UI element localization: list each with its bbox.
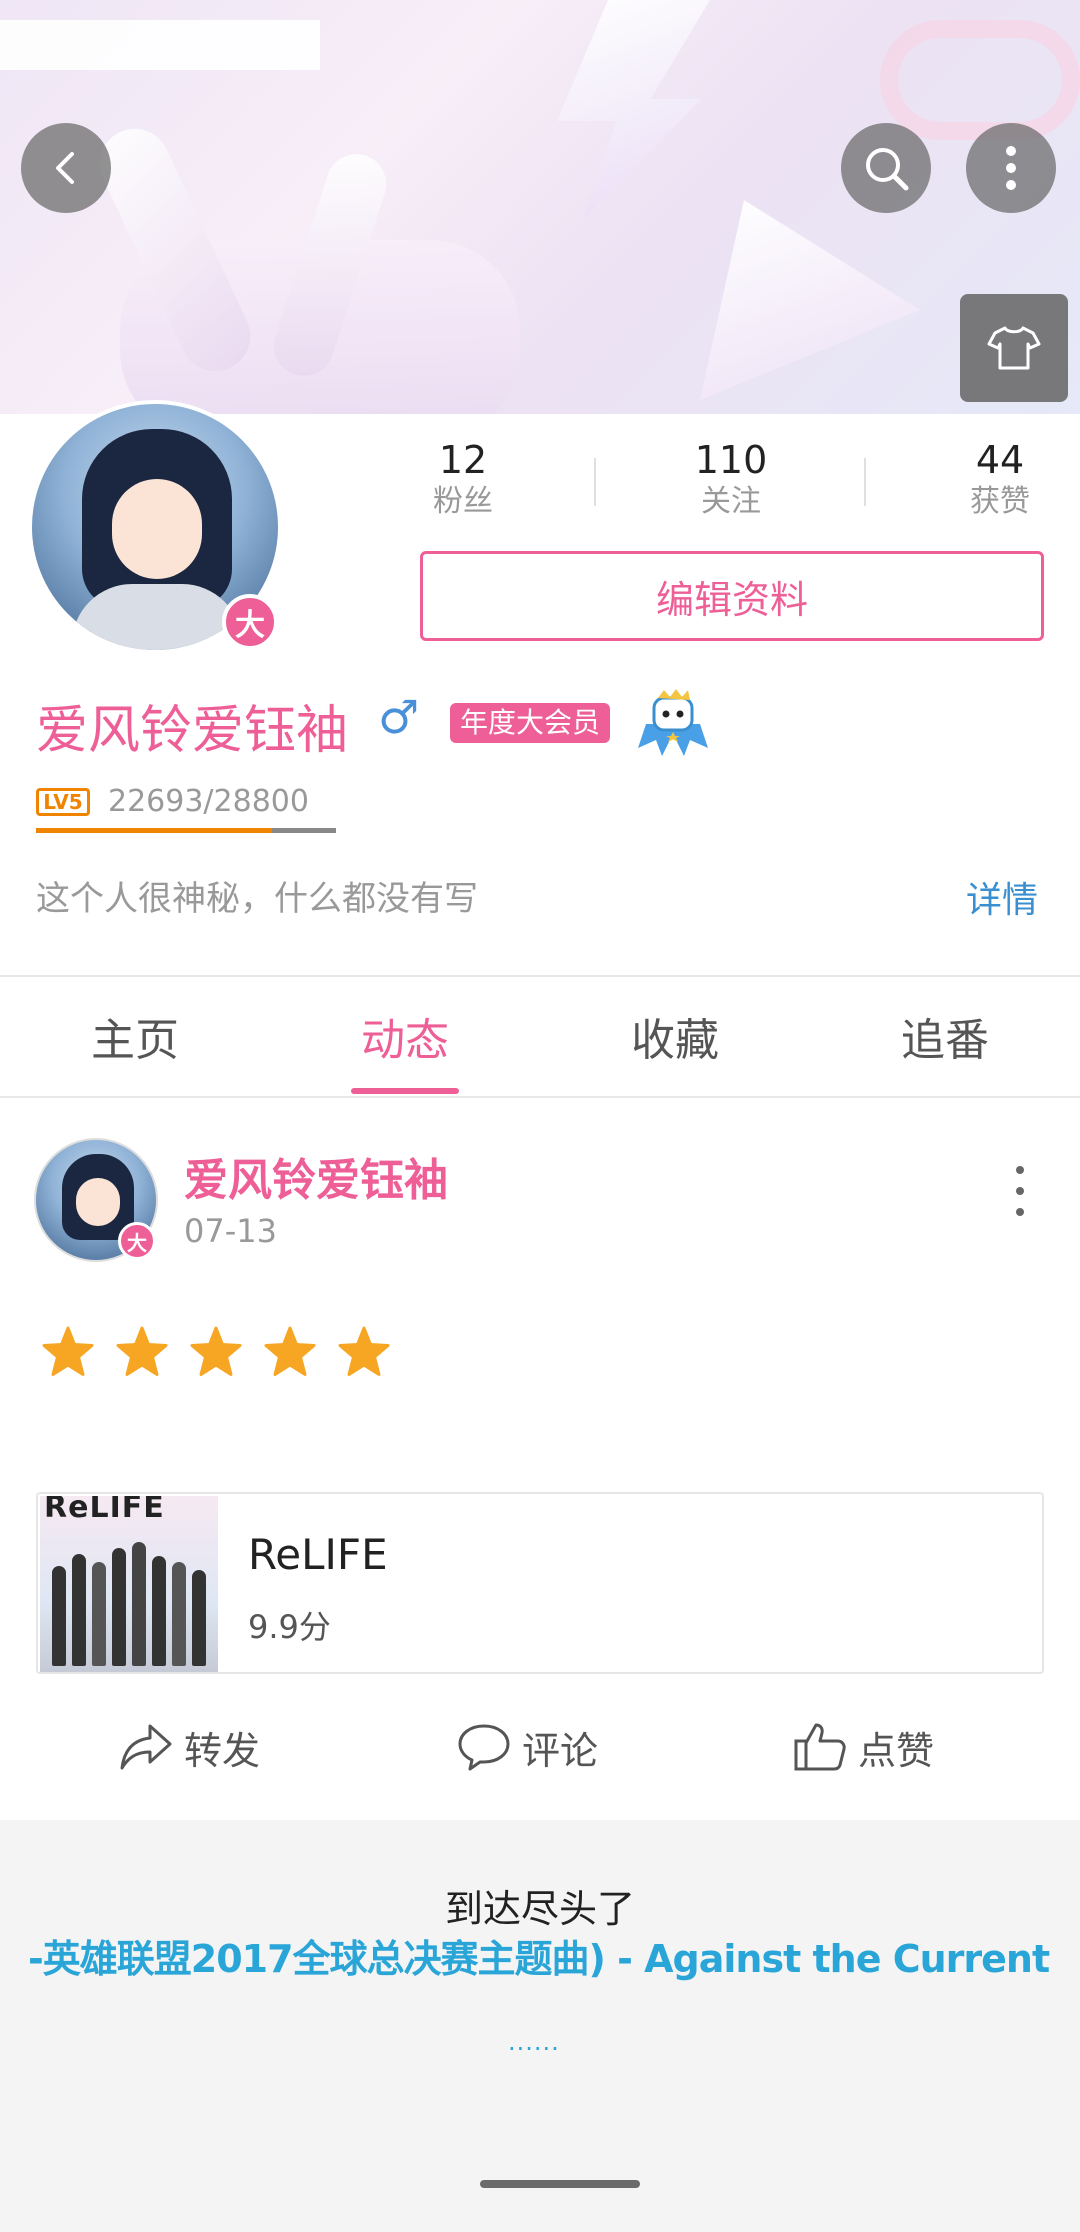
stat-divider <box>594 458 596 506</box>
divider <box>0 1096 1080 1098</box>
anime-score: 9.9分 <box>248 1608 331 1646</box>
medal-icon[interactable] <box>636 688 710 758</box>
likes-stat[interactable]: 44 获赞 <box>920 438 1080 521</box>
level-tag: LV5 <box>36 788 90 816</box>
divider <box>0 975 1080 977</box>
lyric-overlay: -英雄联盟2017全球总决赛主题曲) - Against the Current <box>28 1937 1050 1981</box>
male-icon: ♂ <box>378 690 420 744</box>
avatar-illustration <box>112 479 202 579</box>
share-button[interactable]: 转发 <box>118 1712 260 1782</box>
post-author-name[interactable]: 爱风铃爱钰袖 <box>184 1144 448 1208</box>
cover-figure <box>172 1562 186 1666</box>
back-button[interactable] <box>21 123 111 213</box>
stat-divider <box>864 458 866 506</box>
post-vip-badge: 大 <box>118 1222 156 1260</box>
cover-figure <box>132 1542 146 1666</box>
cover-figure <box>72 1554 86 1666</box>
profile-banner <box>0 0 1080 414</box>
cover-figure <box>92 1562 106 1666</box>
star-icon <box>190 1326 242 1376</box>
banner-decoration <box>880 20 1080 140</box>
lyric-dots: ...... <box>508 2028 560 2056</box>
username: 爱风铃爱钰袖 <box>36 701 349 761</box>
like-label: 点赞 <box>858 1728 935 1773</box>
tab-bangumi[interactable]: 追番 <box>810 1004 1080 1068</box>
more-options-button[interactable] <box>966 123 1056 213</box>
likes-label: 获赞 <box>970 483 1030 519</box>
search-icon <box>866 148 909 191</box>
avatar-illustration <box>72 584 242 650</box>
comment-label: 评论 <box>522 1728 599 1773</box>
dot-icon <box>1016 1208 1024 1216</box>
comment-icon <box>458 1724 510 1771</box>
comment-button[interactable]: 评论 <box>456 1712 598 1782</box>
following-label: 关注 <box>701 483 761 519</box>
edit-profile-button[interactable]: 编辑资料 <box>420 551 1044 641</box>
fans-count: 12 <box>438 438 488 482</box>
experience-bar <box>36 828 336 833</box>
end-of-feed-text: 到达尽头了 <box>444 1887 635 1931</box>
cover-figure <box>112 1548 126 1666</box>
anime-title[interactable]: ReLIFE <box>248 1530 388 1579</box>
post-more-button[interactable] <box>1000 1166 1040 1216</box>
star-icon <box>338 1326 390 1376</box>
vip-badge: 大 <box>222 594 278 650</box>
home-indicator[interactable] <box>480 2180 640 2188</box>
detail-link[interactable]: 详情 <box>966 871 1038 923</box>
cover-figure <box>52 1566 66 1666</box>
star-icon <box>116 1326 168 1376</box>
cover-figure <box>152 1556 166 1666</box>
rating-stars <box>42 1326 390 1378</box>
thumbs-up-icon <box>794 1723 846 1771</box>
dot-icon <box>1016 1187 1024 1195</box>
experience-text: 22693/28800 <box>108 784 309 819</box>
active-tab-indicator <box>351 1088 459 1094</box>
like-button[interactable]: 点赞 <box>792 1712 934 1782</box>
likes-count: 44 <box>975 438 1025 482</box>
cover-figure <box>192 1570 206 1666</box>
star-icon <box>42 1326 94 1376</box>
user-bio: 这个人很神秘，什么都没有写 <box>36 879 478 919</box>
following-count: 110 <box>694 438 768 482</box>
following-stat[interactable]: 110 关注 <box>651 438 811 521</box>
anime-card[interactable]: ReLIFE <box>36 1492 1044 1674</box>
vip-tag[interactable]: 年度大会员 <box>450 703 611 743</box>
more-vertical-icon <box>1006 146 1016 190</box>
fans-stat[interactable]: 12 粉丝 <box>383 438 543 521</box>
anime-cover: ReLIFE <box>40 1496 218 1672</box>
back-arrow-icon <box>56 152 74 184</box>
banner-decoration <box>0 20 320 70</box>
search-button[interactable] <box>841 123 931 213</box>
banner-decoration <box>557 0 710 220</box>
change-skin-button[interactable] <box>960 294 1068 402</box>
share-label: 转发 <box>184 1728 261 1773</box>
tshirt-icon <box>987 326 1041 370</box>
experience-bar-fill <box>36 828 273 833</box>
anime-cover-logo: ReLIFE <box>44 1496 165 1525</box>
tab-home[interactable]: 主页 <box>0 1004 270 1068</box>
avatar-illustration <box>76 1178 120 1226</box>
share-icon <box>120 1724 172 1770</box>
dot-icon <box>1016 1166 1024 1174</box>
fans-label: 粉丝 <box>433 483 493 519</box>
tab-favorites[interactable]: 收藏 <box>540 1004 810 1068</box>
post-date: 07-13 <box>184 1212 277 1250</box>
tab-activity[interactable]: 动态 <box>270 1004 540 1068</box>
banner-decoration <box>700 200 920 400</box>
star-icon <box>264 1326 316 1376</box>
